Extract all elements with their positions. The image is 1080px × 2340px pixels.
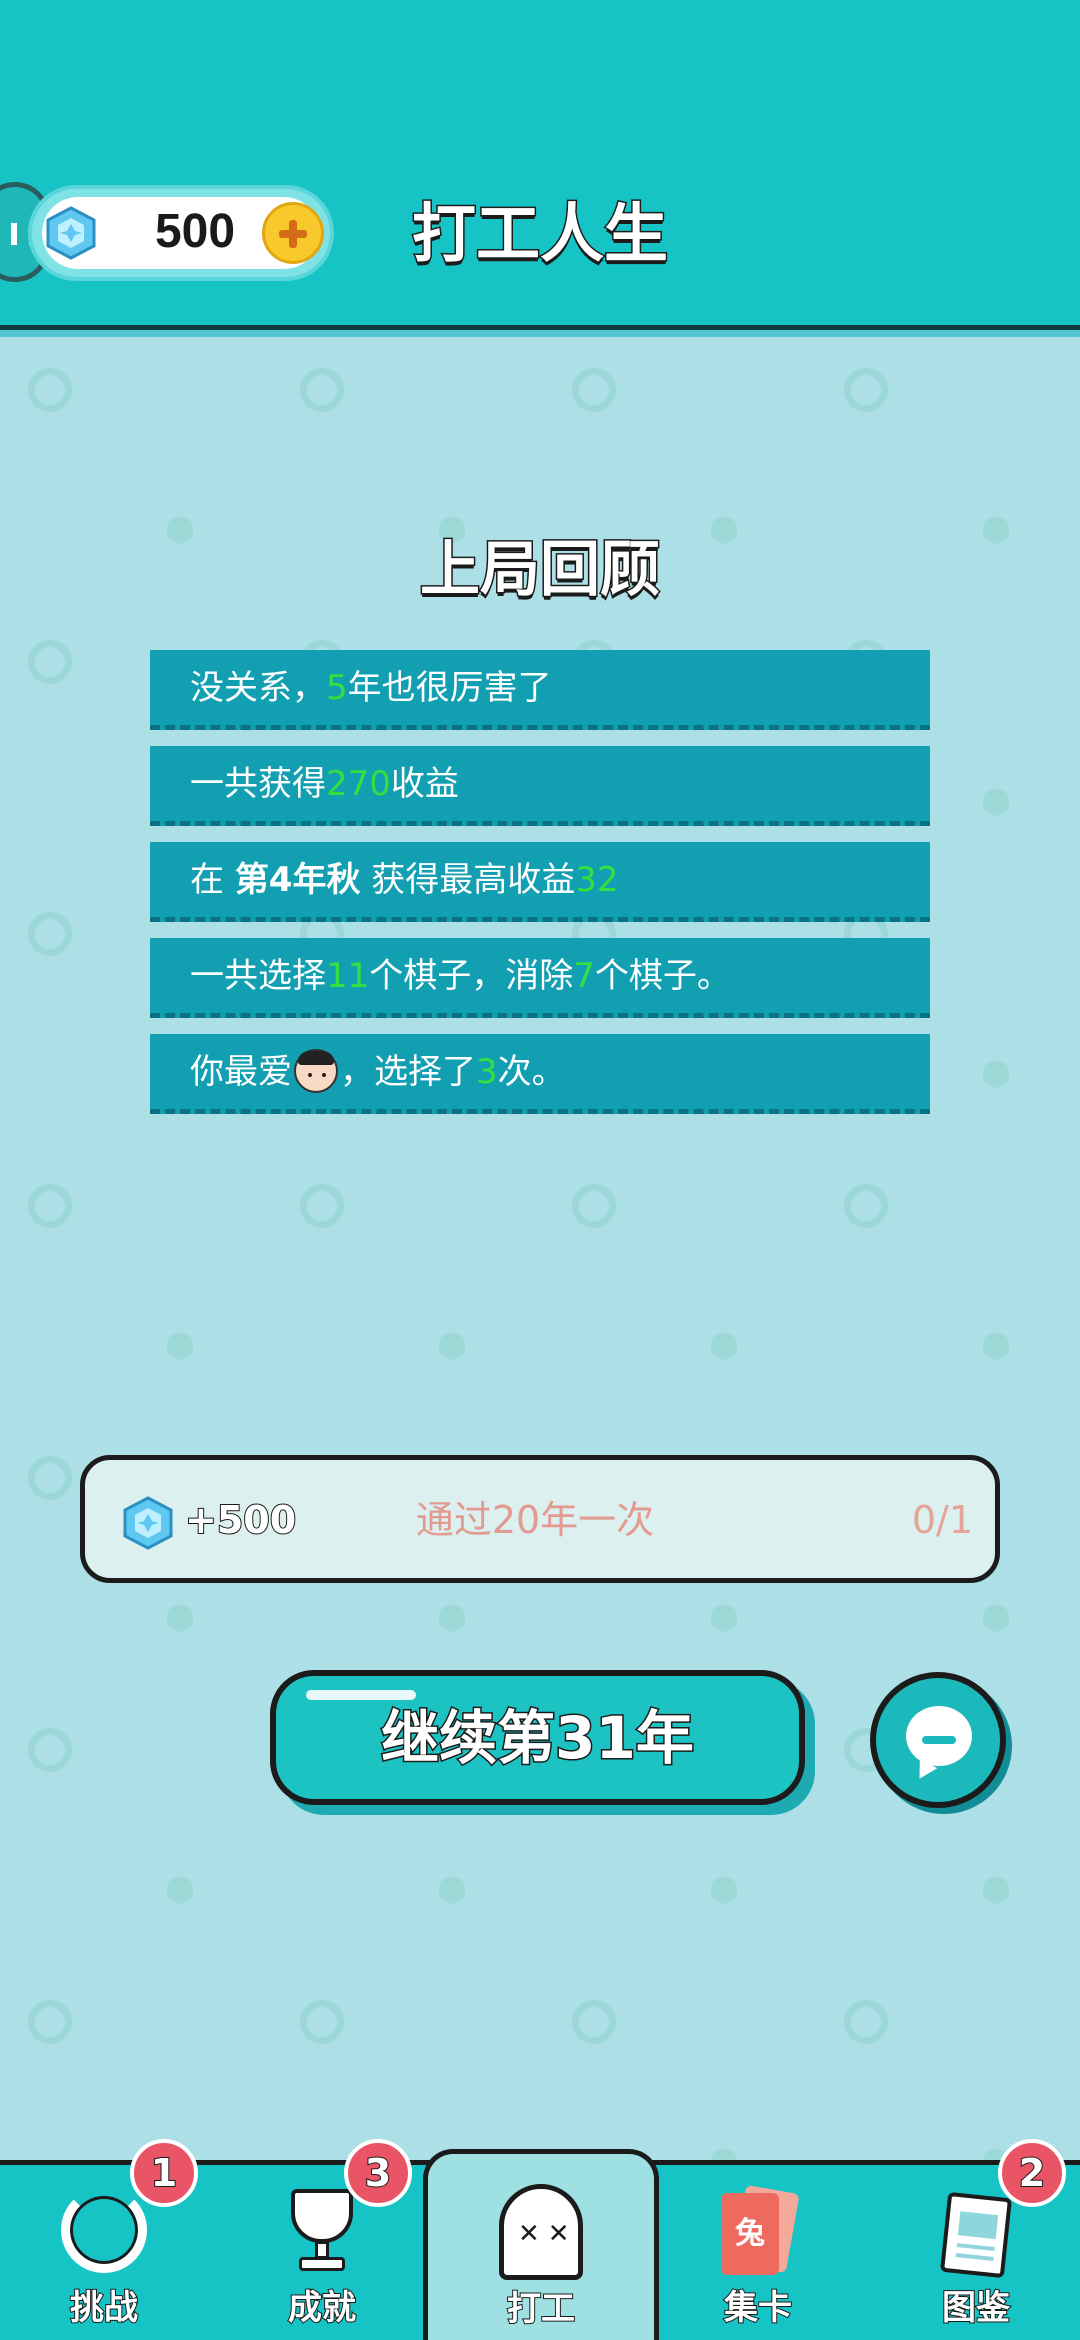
ring-icon — [61, 2187, 147, 2273]
top-header: 500 打工人生 — [0, 0, 1080, 337]
continue-button[interactable]: 继续第31年 — [270, 1670, 805, 1805]
badge-challenge: 1 — [130, 2139, 198, 2207]
task-description: 通过20年一次 — [415, 1498, 655, 1542]
badge-achievement: 3 — [344, 2139, 412, 2207]
trophy-icon — [285, 2189, 359, 2275]
task-progress: 0/1 — [911, 1498, 973, 1542]
book-icon — [939, 2191, 1013, 2279]
gem-icon — [123, 1496, 173, 1550]
chat-bubble-icon — [906, 1706, 972, 1766]
task-reward: +500 — [184, 1497, 297, 1543]
review-title: 上局回顾 — [419, 534, 662, 607]
gem-icon — [46, 206, 96, 260]
nav-item-collection[interactable]: 图鉴 2 — [886, 2139, 1066, 2340]
diamond-count: 500 — [154, 205, 236, 258]
ghost-icon: ✕✕ — [499, 2184, 583, 2280]
nav-item-cards[interactable]: 兔 集卡 — [668, 2165, 848, 2340]
badge-collection: 2 — [998, 2139, 1066, 2207]
nav-item-challenge[interactable]: 挑战 1 — [14, 2139, 198, 2340]
stat-row-favorite: 你最爱 ，选择了3次。 — [150, 1034, 930, 1114]
task-bar: +500 通过20年一次 0/1 — [80, 1455, 1000, 1583]
face-icon — [294, 1048, 338, 1093]
bottom-nav: 挑战 1 成就 3 ✕✕ 打工 兔 集卡 图鉴 2 — [0, 2139, 1080, 2340]
add-diamond-button[interactable] — [262, 202, 324, 264]
card-icon: 兔 — [721, 2184, 800, 2275]
stat-row-income: 一共获得270收益 — [150, 746, 930, 826]
continue-label: 继续第31年 — [380, 1703, 696, 1774]
stat-row-pieces: 一共选择11个棋子，消除7个棋子。 — [150, 938, 930, 1018]
page-title: 打工人生 — [411, 197, 670, 274]
nav-item-work[interactable]: ✕✕ 打工 — [423, 2149, 659, 2340]
chat-button[interactable] — [870, 1672, 1006, 1808]
nav-item-achievement[interactable]: 成就 3 — [232, 2139, 412, 2340]
stat-row-best: 在 第4年秋 获得最高收益32 — [150, 842, 930, 922]
stat-row-years: 没关系，5年也很厉害了 — [150, 650, 930, 730]
